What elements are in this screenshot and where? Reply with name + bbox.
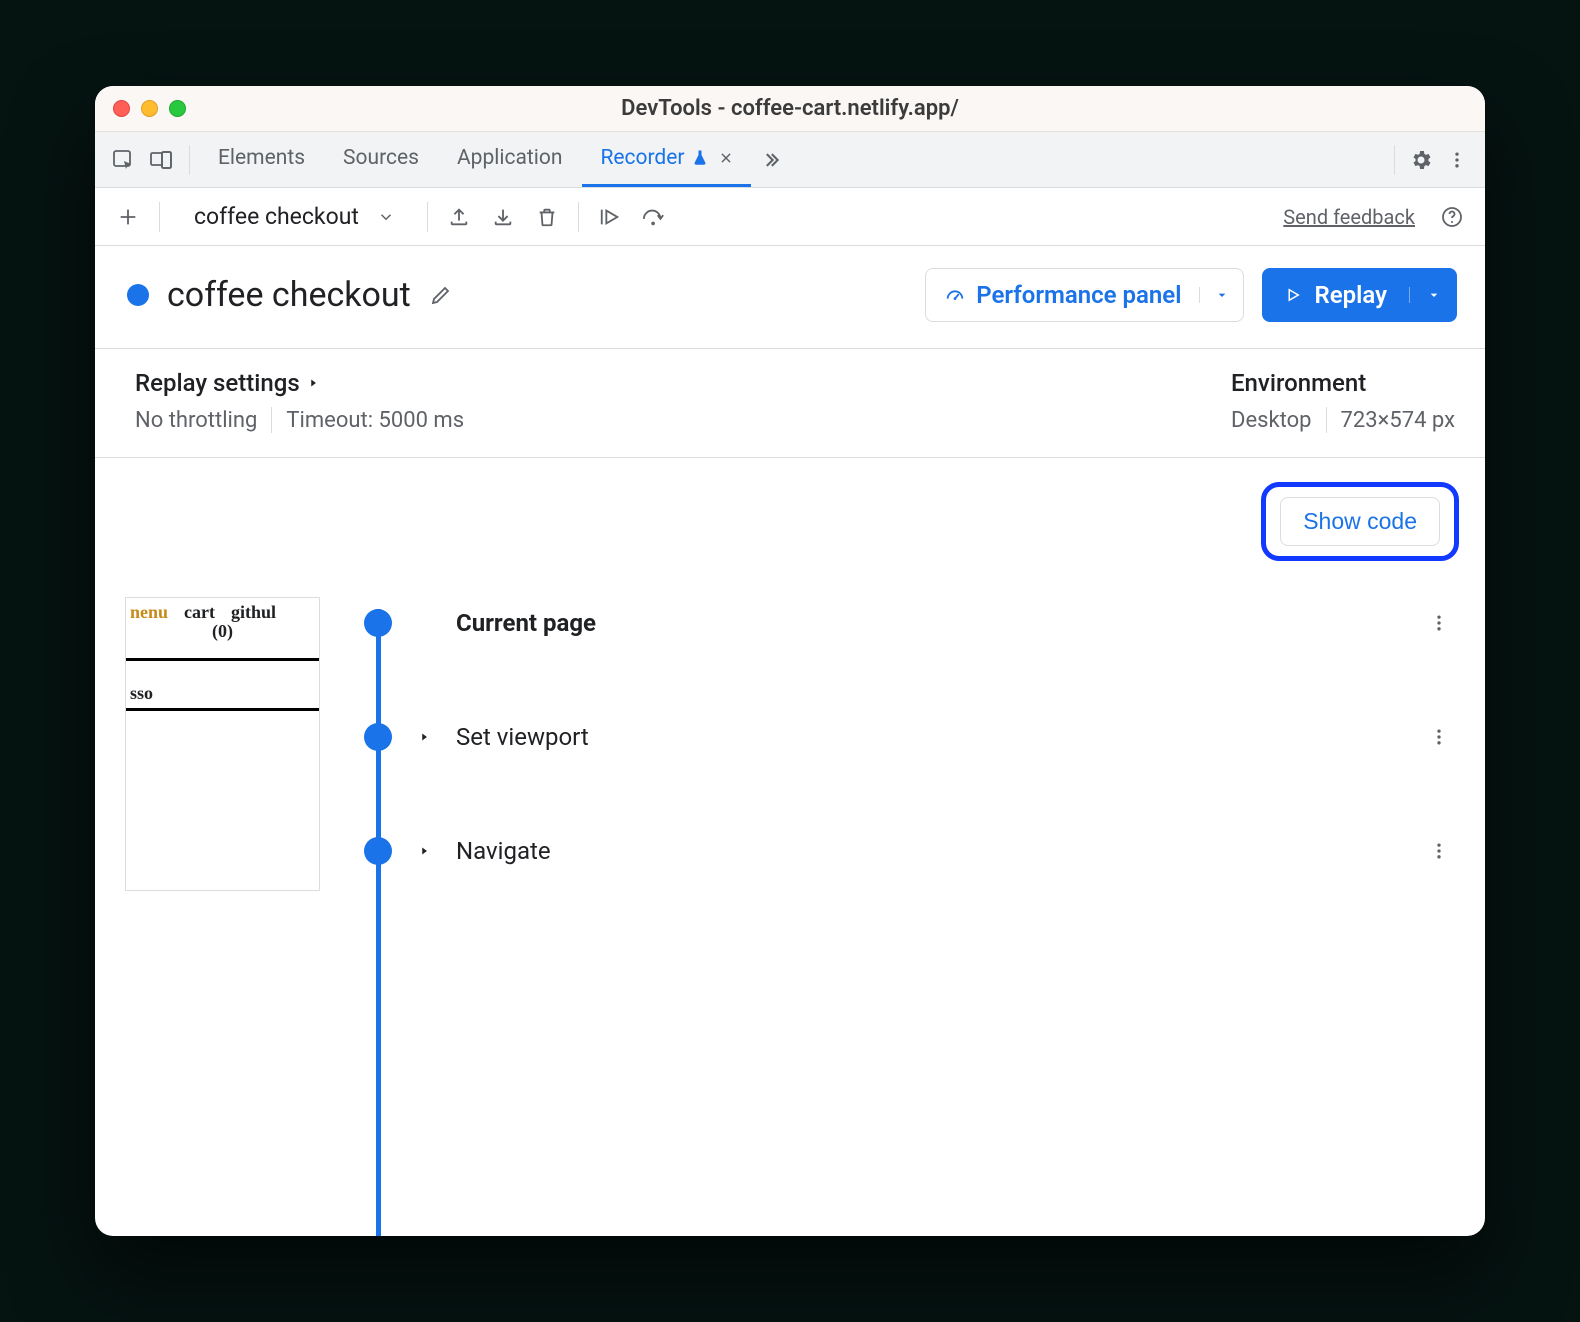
export-icon[interactable] xyxy=(440,198,478,236)
tab-sources[interactable]: Sources xyxy=(325,132,437,187)
separator xyxy=(271,407,272,433)
delete-icon[interactable] xyxy=(528,198,566,236)
traffic-lights xyxy=(113,100,186,117)
close-tab-icon[interactable] xyxy=(719,151,733,165)
timeout-value[interactable]: Timeout: 5000 ms xyxy=(286,408,464,433)
device-toolbar-icon[interactable] xyxy=(143,142,179,178)
separator xyxy=(427,202,428,232)
thumb-item: sso xyxy=(126,661,319,708)
environment-title: Environment xyxy=(1231,369,1455,397)
caret-right-icon xyxy=(414,730,434,744)
tab-label: Recorder xyxy=(600,146,684,170)
tab-label: Sources xyxy=(343,146,419,170)
separator xyxy=(189,145,190,175)
new-recording-button[interactable] xyxy=(109,198,147,236)
page-thumbnail: nenu cart githul (0) sso xyxy=(125,597,320,891)
tab-application[interactable]: Application xyxy=(439,132,580,187)
step-menu-icon[interactable] xyxy=(1429,727,1457,747)
send-feedback-link[interactable]: Send feedback xyxy=(1283,205,1415,229)
help-icon[interactable] xyxy=(1433,198,1471,236)
step-menu-icon[interactable] xyxy=(1429,613,1457,633)
timeline-line xyxy=(376,609,381,1236)
separator xyxy=(578,202,579,232)
performance-panel-button[interactable]: Performance panel xyxy=(925,268,1244,322)
step-menu-icon[interactable] xyxy=(1429,841,1457,861)
gauge-icon xyxy=(944,284,966,306)
tab-recorder[interactable]: Recorder xyxy=(582,132,750,187)
edit-name-icon[interactable] xyxy=(429,283,453,307)
devtools-tabstrip: Elements Sources Application Recorder xyxy=(95,132,1485,188)
recording-title: coffee checkout xyxy=(167,275,411,315)
timeline-node xyxy=(364,723,392,751)
titlebar: DevTools - coffee-cart.netlify.app/ xyxy=(95,86,1485,132)
zoom-window-button[interactable] xyxy=(169,100,186,117)
inspect-element-icon[interactable] xyxy=(105,142,141,178)
step-over-icon[interactable] xyxy=(635,198,673,236)
caret-right-icon xyxy=(306,376,320,390)
settings-row: Replay settings No throttling Timeout: 5… xyxy=(95,349,1485,458)
steps-timeline: nenu cart githul (0) sso Current page xyxy=(95,561,1485,1236)
device-value[interactable]: Desktop xyxy=(1231,408,1312,433)
replay-dropdown[interactable] xyxy=(1409,287,1457,303)
thumb-cart-count: (0) xyxy=(126,621,319,642)
devtools-window: DevTools - coffee-cart.netlify.app/ Elem… xyxy=(95,86,1485,1236)
more-tabs-icon[interactable] xyxy=(753,142,789,178)
step-set-viewport[interactable]: Set viewport xyxy=(344,711,1457,763)
environment-group: Environment Desktop 723×574 px xyxy=(1231,369,1455,433)
tab-label: Elements xyxy=(218,146,305,170)
thumb-nav-menu: nenu xyxy=(130,602,168,623)
timeline-node xyxy=(364,609,392,637)
step-current-page[interactable]: Current page xyxy=(344,597,1457,649)
kebab-menu-icon[interactable] xyxy=(1439,142,1475,178)
performance-panel-label: Performance panel xyxy=(976,281,1181,309)
window-title: DevTools - coffee-cart.netlify.app/ xyxy=(95,96,1485,121)
replay-settings-toggle[interactable]: Replay settings xyxy=(135,369,464,397)
caret-right-icon xyxy=(414,844,434,858)
thumb-nav-github: githul xyxy=(231,602,276,623)
settings-gear-icon[interactable] xyxy=(1403,142,1439,178)
continue-icon[interactable] xyxy=(591,198,629,236)
play-icon xyxy=(1284,286,1302,304)
recording-selector[interactable]: coffee checkout xyxy=(180,199,407,234)
recording-header: coffee checkout Performance panel xyxy=(95,246,1485,349)
separator xyxy=(159,202,160,232)
flask-icon xyxy=(691,149,709,167)
recording-selector-label: coffee checkout xyxy=(194,203,359,230)
replay-button[interactable]: Replay xyxy=(1262,268,1457,322)
replay-settings-group: Replay settings No throttling Timeout: 5… xyxy=(135,369,464,433)
replay-label: Replay xyxy=(1314,281,1387,309)
minimize-window-button[interactable] xyxy=(141,100,158,117)
throttling-value[interactable]: No throttling xyxy=(135,408,257,433)
tab-label: Application xyxy=(457,146,562,170)
show-code-button[interactable]: Show code xyxy=(1280,497,1440,546)
highlight-ring: Show code xyxy=(1261,482,1459,561)
tab-elements[interactable]: Elements xyxy=(200,132,323,187)
import-icon[interactable] xyxy=(484,198,522,236)
show-code-row: Show code xyxy=(95,458,1485,561)
timeline-node xyxy=(364,837,392,865)
step-label: Current page xyxy=(456,609,596,637)
step-navigate[interactable]: Navigate xyxy=(344,825,1457,877)
step-label: Navigate xyxy=(456,837,551,865)
close-window-button[interactable] xyxy=(113,100,130,117)
thumb-nav-cart: cart xyxy=(184,602,215,623)
recording-name: coffee checkout xyxy=(127,275,453,315)
separator xyxy=(1326,407,1327,433)
step-label: Set viewport xyxy=(456,723,589,751)
dimensions-value[interactable]: 723×574 px xyxy=(1341,408,1456,433)
separator xyxy=(1394,145,1395,175)
recorder-toolbar: coffee checkout xyxy=(95,188,1485,246)
recording-status-dot xyxy=(127,284,149,306)
performance-panel-dropdown[interactable] xyxy=(1199,287,1243,303)
chevron-down-icon xyxy=(377,208,395,226)
